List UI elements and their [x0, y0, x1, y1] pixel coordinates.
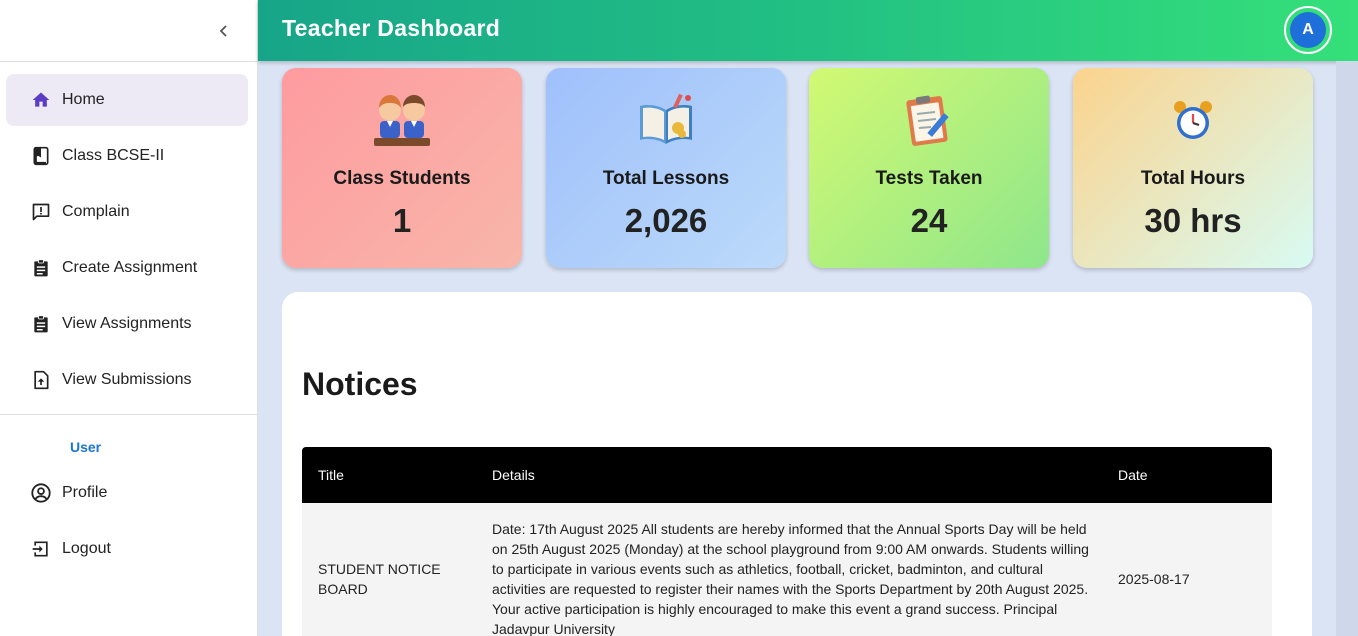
account-circle-icon	[30, 482, 52, 504]
sidebar-item-label: View Assignments	[62, 315, 192, 332]
column-header-title: Title	[318, 467, 344, 483]
stat-card-total-hours: Total Hours 30 hrs	[1073, 68, 1313, 268]
sidebar-item-label: Home	[62, 91, 105, 108]
stat-label: Total Lessons	[602, 168, 730, 189]
home-icon	[30, 89, 52, 111]
stat-value: 30 hrs	[1144, 202, 1242, 239]
stat-card-class-students: Class Students 1	[282, 68, 522, 268]
stat-label: Total Hours	[1140, 168, 1246, 189]
avatar-button[interactable]: A	[1284, 6, 1332, 54]
column-header-date: Date	[1118, 467, 1148, 483]
sidebar-header	[0, 0, 257, 62]
book-icon	[30, 145, 52, 167]
sidebar-item-logout[interactable]: Logout	[6, 523, 248, 575]
sidebar-item-label: Class BCSE-II	[62, 147, 165, 164]
assignment-icon	[30, 313, 52, 335]
logout-icon	[30, 538, 52, 560]
alarm-clock-icon	[1073, 88, 1313, 152]
stat-card-total-lessons: Total Lessons 2,026	[546, 68, 786, 268]
sidebar-item-complain[interactable]: Complain	[6, 186, 248, 238]
stat-value: 2,026	[624, 202, 708, 239]
upload-file-icon	[30, 369, 52, 391]
notice-title-cell: STUDENT NOTICE BOARD	[318, 561, 441, 597]
collapse-sidebar-button[interactable]	[211, 18, 237, 44]
sidebar-item-view-assignments[interactable]: View Assignments	[6, 298, 248, 350]
stat-label: Tests Taken	[875, 168, 983, 189]
sidebar-item-profile[interactable]: Profile	[6, 467, 248, 519]
column-header-details: Details	[492, 467, 535, 483]
top-app-bar: Teacher Dashboard A	[258, 0, 1358, 61]
stat-value: 24	[910, 202, 948, 239]
sidebar-item-class[interactable]: Class BCSE-II	[6, 130, 248, 182]
sidebar-item-label: View Submissions	[62, 371, 192, 388]
sidebar-item-label: Profile	[62, 484, 108, 501]
table-row[interactable]: STUDENT NOTICE BOARD Date: 17th August 2…	[302, 503, 1272, 636]
table-header: Title Details Date	[302, 447, 1272, 503]
sidebar-item-create-assignment[interactable]: Create Assignment	[6, 242, 248, 294]
stat-value: 1	[392, 202, 412, 239]
sidebar-item-home[interactable]: Home	[6, 74, 248, 126]
page-title: Teacher Dashboard	[282, 15, 501, 41]
book-emoji-icon	[546, 88, 786, 152]
sidebar-item-label: Create Assignment	[62, 259, 198, 276]
section-label-user: User	[70, 439, 102, 455]
feedback-icon	[30, 201, 52, 223]
notices-heading: Notices	[302, 366, 418, 402]
avatar: A	[1290, 12, 1326, 48]
scrollbar[interactable]	[1336, 61, 1358, 636]
sidebar: Home Class BCSE-II Complain Create Assig…	[0, 0, 258, 636]
assignment-icon	[30, 257, 52, 279]
sidebar-item-label: Complain	[62, 203, 130, 220]
sidebar-item-view-submissions[interactable]: View Submissions	[6, 354, 248, 406]
notice-date-cell: 2025-08-17	[1118, 571, 1190, 587]
students-icon	[282, 88, 522, 152]
sidebar-nav: Home Class BCSE-II Complain Create Assig…	[0, 62, 257, 406]
clipboard-emoji-icon	[809, 88, 1049, 152]
sidebar-item-label: Logout	[62, 540, 111, 557]
notices-panel: Notices Title Details Date STUDENT NOTIC…	[282, 292, 1312, 636]
stat-card-tests-taken: Tests Taken 24	[809, 68, 1049, 268]
notice-details-cell: Date: 17th August 2025 All students are …	[492, 521, 1089, 636]
stat-label: Class Students	[333, 168, 471, 189]
notices-table: Title Details Date STUDENT NOTICE BOARD …	[302, 447, 1272, 636]
chevron-left-icon	[219, 25, 227, 37]
